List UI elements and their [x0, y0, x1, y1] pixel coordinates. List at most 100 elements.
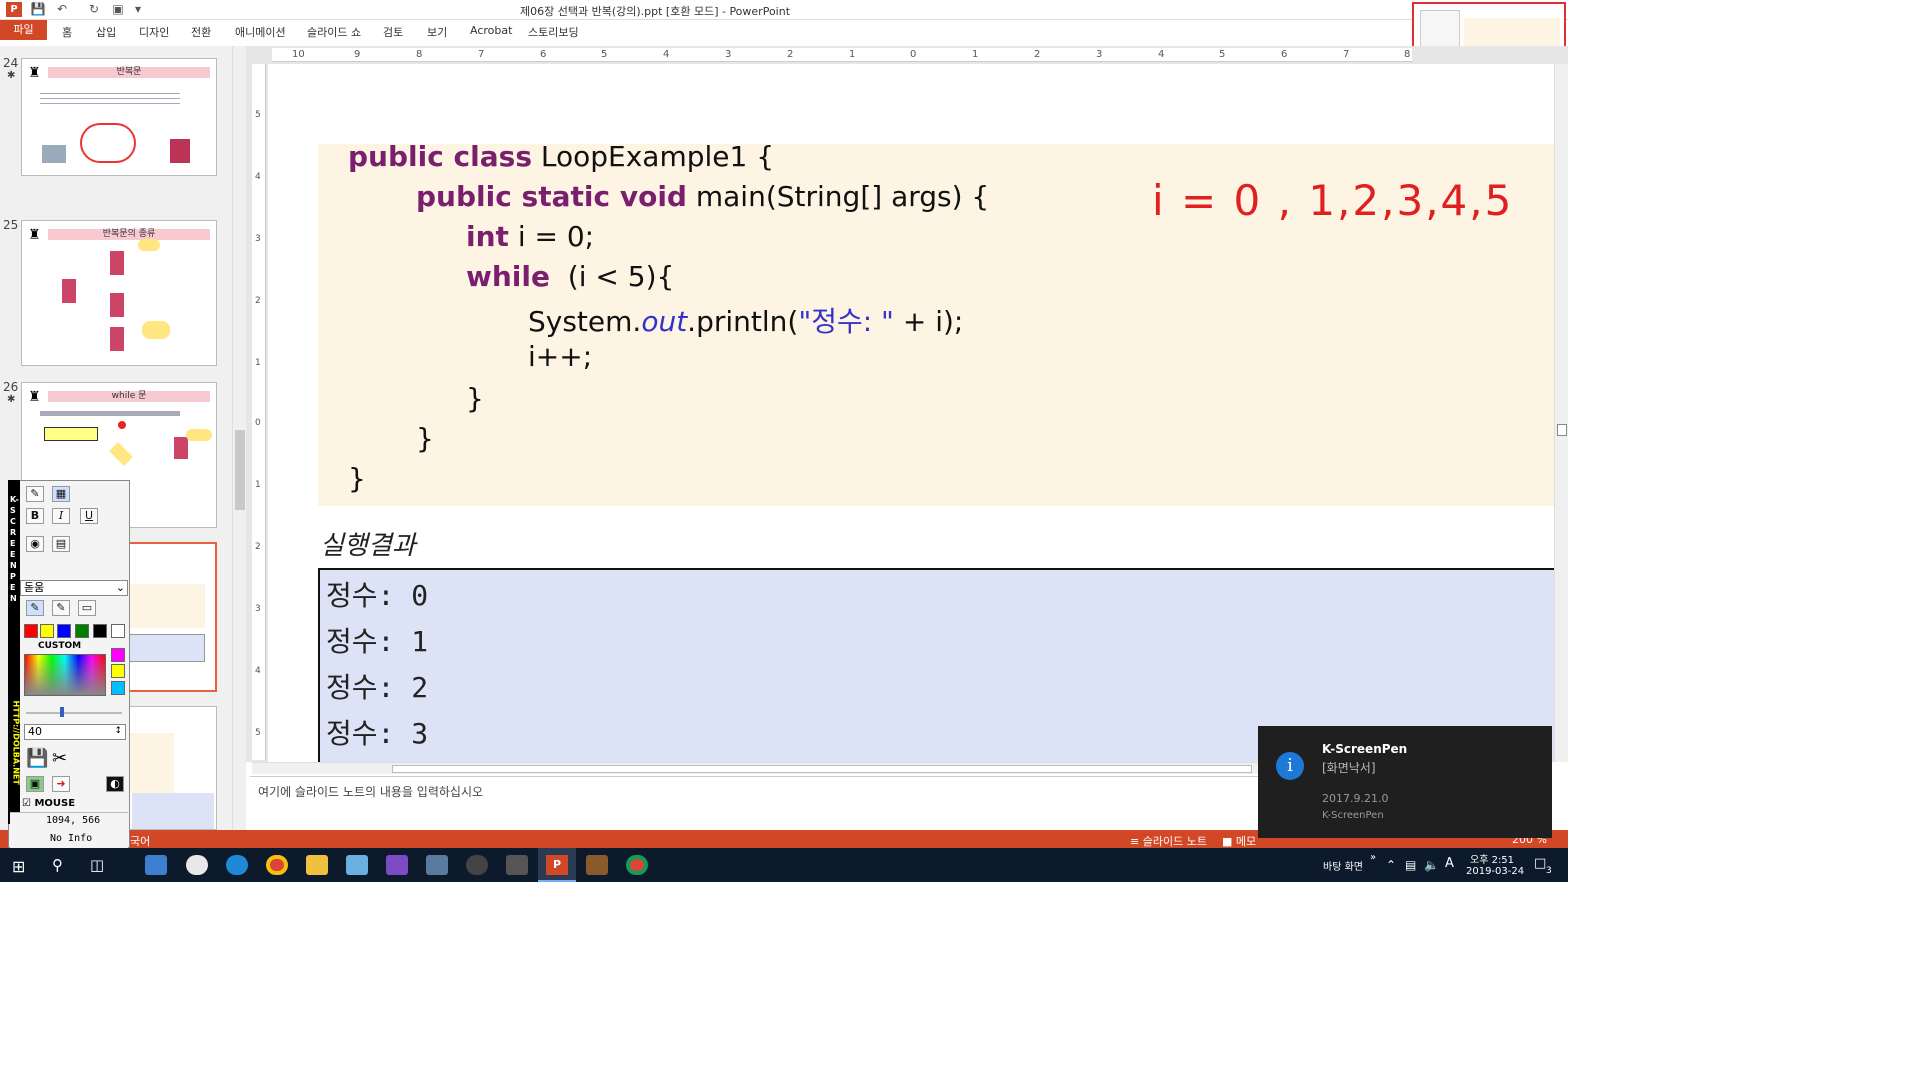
- toast-notification[interactable]: i K-ScreenPen [화면낙서] 2017.9.21.0 K-Scree…: [1258, 726, 1552, 838]
- color-swatch-magenta[interactable]: [111, 648, 125, 662]
- code-line-7: }: [466, 382, 484, 415]
- slider-handle[interactable]: [60, 707, 64, 717]
- tab-view[interactable]: 보기: [427, 24, 447, 40]
- tab-insert[interactable]: 삽입: [96, 24, 116, 40]
- ruler-label: 0: [910, 49, 917, 60]
- snipping-tool-icon[interactable]: [426, 855, 448, 875]
- pen-icon[interactable]: ✎: [26, 600, 44, 616]
- slide-horizontal-scrollbar[interactable]: [252, 762, 1258, 774]
- color-swatch-red[interactable]: [24, 624, 38, 638]
- mouse-mode-checkbox[interactable]: ☑ MOUSE: [22, 798, 75, 809]
- search-icon[interactable]: ⚲: [52, 856, 63, 874]
- show-hidden-icons-chevron-icon[interactable]: ⌃: [1386, 858, 1396, 872]
- toast-version: 2017.9.21.0: [1322, 792, 1389, 805]
- highlighter-icon[interactable]: ✎: [52, 600, 70, 616]
- slide-scrollbar[interactable]: [1554, 64, 1568, 762]
- notes-toggle-button[interactable]: ≡ 슬라이드 노트: [1130, 833, 1207, 849]
- thumbnail-scrollbar[interactable]: [232, 46, 246, 830]
- volume-muted-icon[interactable]: 🔈: [1424, 858, 1439, 872]
- bold-button[interactable]: B: [26, 508, 44, 524]
- slideshow-start-icon[interactable]: ▣: [110, 2, 126, 17]
- color-swatch-white[interactable]: [111, 624, 125, 638]
- scrollbar-thumb[interactable]: [392, 765, 1252, 773]
- comments-button[interactable]: ■ 메모: [1222, 833, 1256, 849]
- chrome-browser-icon[interactable]: [266, 855, 288, 875]
- calculator-icon[interactable]: [506, 855, 528, 875]
- save-icon[interactable]: 💾: [26, 748, 48, 769]
- clock-date[interactable]: 2019-03-24: [1466, 866, 1524, 877]
- mascot-icon: ♜: [28, 65, 41, 81]
- pen-size-input[interactable]: 40 ↕: [24, 724, 126, 740]
- tab-acrobat[interactable]: Acrobat: [470, 24, 512, 37]
- underline-button[interactable]: U: [80, 508, 98, 524]
- tab-transitions[interactable]: 전환: [191, 24, 211, 40]
- clock-time[interactable]: 오후 2:51: [1470, 851, 1514, 866]
- capture-image-icon[interactable]: ▣: [26, 776, 44, 792]
- color-swatch-yellow[interactable]: [40, 624, 54, 638]
- undo-icon[interactable]: ↶: [54, 2, 70, 17]
- ruler-label: 2: [787, 49, 794, 60]
- ruler-label: 10: [292, 49, 305, 60]
- italic-button[interactable]: I: [52, 508, 70, 524]
- task-view-icon[interactable]: ◫: [90, 856, 104, 874]
- us-flag-icon[interactable]: ▤: [52, 536, 70, 552]
- scrollbar-thumb[interactable]: [235, 430, 245, 510]
- code-text: System.: [528, 305, 642, 338]
- taskbar-active-powerpoint[interactable]: P: [538, 848, 576, 882]
- save-icon[interactable]: 💾: [30, 2, 46, 17]
- ime-indicator[interactable]: A: [1445, 856, 1454, 871]
- paint-app-icon[interactable]: [186, 855, 208, 875]
- tab-design[interactable]: 디자인: [139, 24, 169, 40]
- notepad-app-icon[interactable]: [346, 855, 368, 875]
- eraser-icon[interactable]: ▭: [78, 600, 96, 616]
- notes-pane[interactable]: 여기에 슬라이드 노트의 내용을 입력하십시오: [250, 776, 1260, 830]
- start-windows-icon[interactable]: ⊞: [12, 857, 25, 876]
- color-swatch-green[interactable]: [75, 624, 89, 638]
- tab-storyboarding[interactable]: 스토리보딩: [528, 24, 579, 40]
- scrollbar-thumb[interactable]: [1557, 424, 1567, 436]
- pen-size-slider[interactable]: [26, 707, 122, 717]
- language-indicator[interactable]: 국어: [130, 833, 150, 849]
- chevron-icon[interactable]: »: [1370, 852, 1376, 863]
- stepper-icon[interactable]: ↕: [114, 724, 122, 738]
- tab-file[interactable]: 파일: [0, 20, 47, 40]
- color-swatch-blue[interactable]: [57, 624, 71, 638]
- ruler-label: 3: [255, 604, 261, 614]
- code-line-4: while (i < 5){: [466, 260, 674, 293]
- font-select[interactable]: 돋움 ⌄: [20, 580, 128, 596]
- tab-slideshow[interactable]: 슬라이드 쇼: [307, 24, 361, 40]
- blackboard-mode-icon[interactable]: ◐: [106, 776, 124, 792]
- code-keyword: while: [466, 260, 550, 293]
- color-swatch-cyan[interactable]: [111, 681, 125, 695]
- text-tool-icon[interactable]: ▦: [52, 486, 70, 502]
- mouse-mode-label: MOUSE: [34, 798, 76, 809]
- chrome-browser-icon[interactable]: [626, 855, 648, 875]
- color-swatch-yellow-custom[interactable]: [111, 664, 125, 678]
- custom-color-picker[interactable]: [24, 654, 106, 696]
- save-cut-icon[interactable]: ✂: [52, 748, 67, 769]
- tab-home[interactable]: 홈: [62, 24, 72, 40]
- customize-qat-icon[interactable]: ▾: [130, 2, 146, 17]
- k-screenpen-brand: K-SCREEN PEN: [10, 495, 19, 603]
- edge-browser-icon[interactable]: [226, 855, 248, 875]
- action-center-icon[interactable]: □: [1534, 856, 1546, 871]
- network-icon[interactable]: ▤: [1405, 858, 1416, 872]
- exit-icon[interactable]: ➜: [52, 776, 70, 792]
- handwritten-annotation: i = 0 , 1,2,3,4,5: [1152, 176, 1514, 225]
- pen-icon[interactable]: ✎: [26, 486, 44, 502]
- tab-animations[interactable]: 애니메이션: [235, 24, 286, 40]
- color-swatch-black[interactable]: [93, 624, 107, 638]
- slide-thumbnail-24[interactable]: 반복문 ♜: [21, 58, 217, 176]
- taskbar-app-icon[interactable]: [145, 855, 167, 875]
- slide-thumbnail-25[interactable]: 반복문의 종류 ♜: [21, 220, 217, 366]
- tab-review[interactable]: 검토: [383, 24, 403, 40]
- output-line: 정수: 3: [326, 717, 429, 750]
- redo-icon[interactable]: ↻: [86, 2, 102, 17]
- obs-app-icon[interactable]: [466, 855, 488, 875]
- korean-flag-icon[interactable]: ◉: [26, 536, 44, 552]
- visual-studio-icon[interactable]: [386, 855, 408, 875]
- desktop-toolbar-label[interactable]: 바탕 화면: [1323, 858, 1363, 873]
- k-screenpen-icon[interactable]: [586, 855, 608, 875]
- result-heading: 실행결과: [320, 531, 416, 561]
- file-explorer-icon[interactable]: [306, 855, 328, 875]
